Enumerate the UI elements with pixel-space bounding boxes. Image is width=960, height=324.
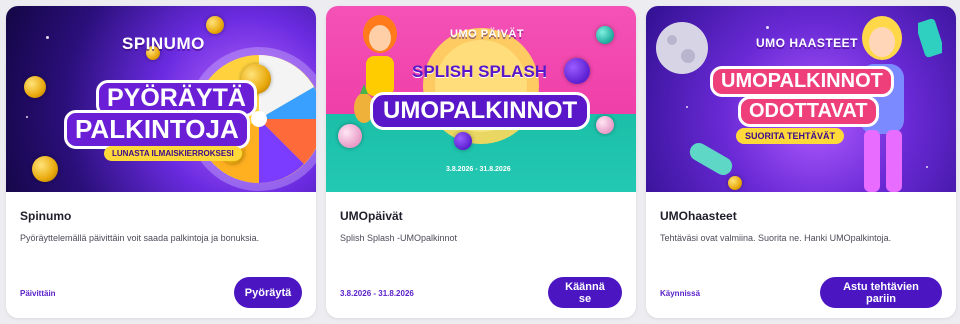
promo-card-umopaivat[interactable]: UMO PÄIVÄT SPLISH SPLASH UMOPALKINNOT 3.… (326, 6, 636, 318)
card-body: UMOhaasteet Tehtäväsi ovat valmiina. Suo… (646, 192, 956, 318)
card-title: Spinumo (20, 209, 72, 223)
sparkle-icon (686, 106, 688, 108)
rocket-icon (689, 143, 733, 175)
sparkle-icon (926, 166, 928, 168)
umohaasteet-logo: UMO HAASTEET (756, 36, 858, 50)
card-body: Spinumo Pyöräyttelemällä päivittäin voit… (6, 192, 316, 318)
coin-icon (596, 26, 614, 44)
banner-headline-line-1: UMOPALKINNOT (710, 66, 894, 97)
coin-icon (206, 16, 224, 34)
spinumo-logo: SPINUMO (122, 34, 205, 53)
card-body: UMOpäivät Splish Splash -UMOpalkinnot 3.… (326, 192, 636, 318)
banner-dates: 3.8.2026 - 31.8.2026 (446, 166, 511, 173)
card-status: Päivittäin (20, 289, 56, 298)
card-status: Käynnissä (660, 289, 701, 298)
sparkle-icon (26, 116, 28, 118)
card-description: Splish Splash -UMOpalkinnot (340, 233, 458, 243)
umopaivat-banner[interactable]: UMO PÄIVÄT SPLISH SPLASH UMOPALKINNOT 3.… (326, 6, 636, 192)
promo-card-spinumo[interactable]: SPINUMO PYÖRÄYTÄ PALKINTOJA LUNASTA ILMA… (6, 6, 316, 318)
card-title: UMOhaasteet (660, 209, 737, 223)
sparkle-icon (46, 36, 49, 39)
card-description: Tehtäväsi ovat valmiina. Suorita ne. Han… (660, 233, 892, 243)
coin-icon (338, 124, 362, 148)
card-title: UMOpäivät (340, 209, 403, 223)
phone-icon (918, 18, 942, 58)
banner-tagline: LUNASTA ILMAISKIERROKSESI (104, 146, 242, 161)
banner-headline-line-2: ODOTTAVAT (738, 96, 879, 127)
coin-icon (24, 76, 46, 98)
promo-card-umohaasteet[interactable]: UMO HAASTEET UMOPALKINNOT ODOTTAVAT SUOR… (646, 6, 956, 318)
coin-icon (32, 156, 58, 182)
card-status: 3.8.2026 - 31.8.2026 (340, 289, 414, 298)
umohaasteet-banner[interactable]: UMO HAASTEET UMOPALKINNOT ODOTTAVAT SUOR… (646, 6, 956, 192)
banner-headline-line-1: SPLISH SPLASH (412, 62, 548, 81)
banner-headline-line-2: PALKINTOJA (64, 110, 250, 149)
sparkle-icon (766, 26, 769, 29)
banner-headline-line-2: UMOPALKINNOT (370, 92, 591, 130)
planet-icon (656, 22, 708, 74)
banner-tagline: SUORITA TEHTÄVÄT (736, 128, 844, 144)
coin-icon (596, 116, 614, 134)
spinumo-banner[interactable]: SPINUMO PYÖRÄYTÄ PALKINTOJA LUNASTA ILMA… (6, 6, 316, 192)
spin-button[interactable]: Pyöräytä (234, 277, 302, 308)
turn-it-button[interactable]: Käännä se (548, 277, 622, 308)
umopaivat-logo: UMO PÄIVÄT (450, 28, 525, 40)
promo-card-list: SPINUMO PYÖRÄYTÄ PALKINTOJA LUNASTA ILMA… (6, 6, 956, 318)
card-description: Pyöräyttelemällä päivittäin voit saada p… (20, 233, 260, 243)
coin-icon (728, 176, 742, 190)
coin-icon (564, 58, 590, 84)
coin-icon (454, 132, 472, 150)
start-challenges-button[interactable]: Astu tehtävien pariin (820, 277, 942, 308)
